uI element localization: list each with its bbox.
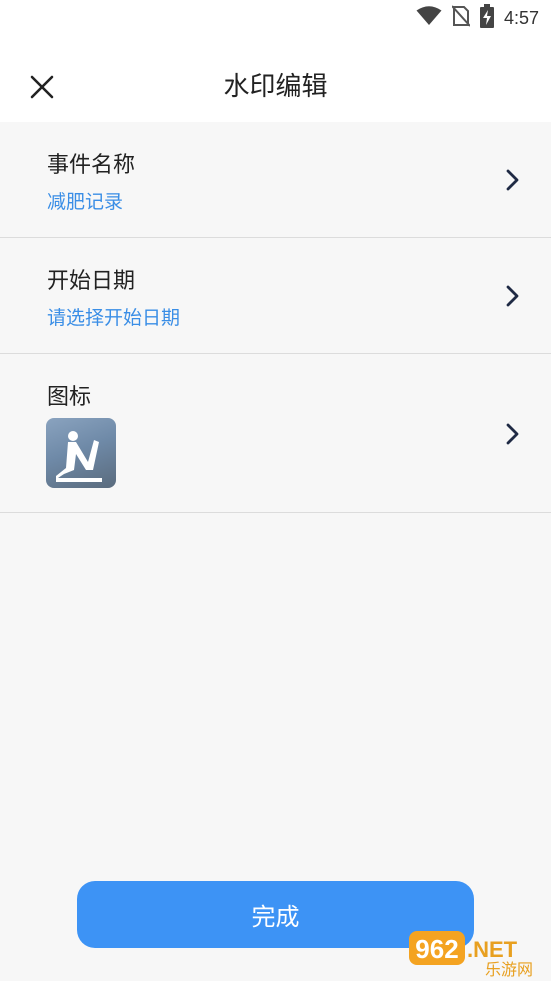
page-title: 水印编辑 <box>223 72 328 102</box>
app-bar: 水印编辑 <box>0 36 551 122</box>
start-date-row[interactable]: 开始日期 请选择开始日期 <box>0 238 551 354</box>
battery-charging-icon <box>479 4 494 32</box>
event-name-value: 减肥记录 <box>47 191 124 213</box>
start-date-label: 开始日期 <box>47 269 136 294</box>
watermark-label: 乐游网 <box>485 960 533 977</box>
event-name-row[interactable]: 事件名称 减肥记录 <box>0 122 551 238</box>
no-sim-icon <box>451 5 471 31</box>
chevron-right-icon <box>503 168 521 192</box>
status-time: 4:57 <box>503 7 539 28</box>
watermark-suffix: .NET <box>467 937 518 962</box>
wifi-icon <box>416 6 442 30</box>
event-name-label: 事件名称 <box>47 153 136 178</box>
watermark-number: 962 <box>415 934 458 964</box>
chevron-right-icon <box>503 284 521 308</box>
watermark-logo: 962 .NET 乐游网 <box>407 929 547 979</box>
selected-icon-preview <box>46 418 116 488</box>
chevron-right-icon <box>503 422 521 446</box>
icon-row[interactable]: 图标 <box>0 354 551 513</box>
icon-label: 图标 <box>47 385 92 410</box>
status-icons: 4:57 <box>416 4 539 32</box>
settings-list: 事件名称 减肥记录 开始日期 请选择开始日期 图标 <box>0 122 551 513</box>
start-date-value: 请选择开始日期 <box>47 307 181 329</box>
status-bar: 4:57 <box>0 0 551 36</box>
yoga-pose-icon <box>46 431 116 488</box>
